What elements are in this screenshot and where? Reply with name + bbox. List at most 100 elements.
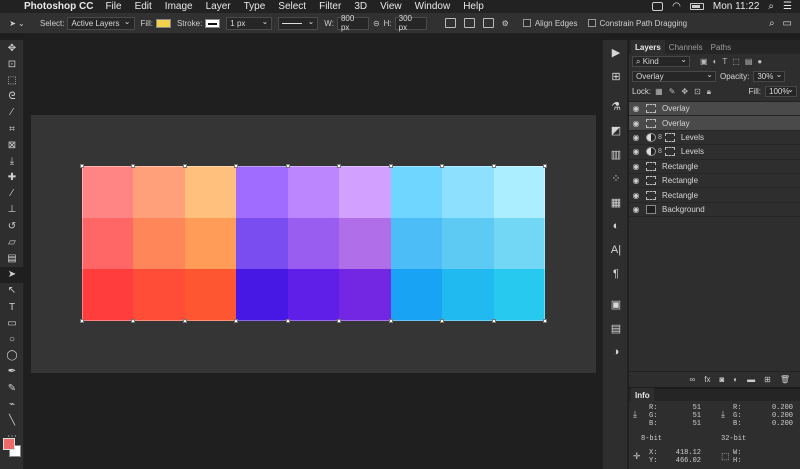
- align-edges-checkbox[interactable]: [522, 19, 531, 27]
- fill-field[interactable]: 100%: [765, 85, 797, 97]
- menu-edit[interactable]: Edit: [135, 1, 152, 12]
- transform-handle[interactable]: [182, 319, 187, 323]
- eraser-tool-icon[interactable]: ▱: [0, 234, 24, 250]
- adjustments-icon[interactable]: ◐: [603, 214, 629, 238]
- ellipse-tool-icon[interactable]: ○: [0, 331, 24, 347]
- foreground-color-swatch[interactable]: [3, 438, 15, 450]
- visibility-eye-icon[interactable]: ◉: [629, 104, 643, 113]
- menu-file[interactable]: File: [105, 1, 121, 12]
- canvas[interactable]: [31, 115, 596, 373]
- stroke-color-swatch[interactable]: [205, 18, 221, 28]
- layer-style-icon[interactable]: fx: [704, 375, 710, 384]
- menu-window[interactable]: Window: [415, 1, 451, 12]
- transform-handle[interactable]: [440, 319, 445, 323]
- visibility-eye-icon[interactable]: ◉: [629, 147, 643, 156]
- filter-smart-object-icon[interactable]: ▤: [745, 57, 753, 66]
- layer-mask-thumbnail[interactable]: [664, 132, 675, 142]
- transform-handle[interactable]: [285, 164, 290, 168]
- curvature-pen-tool-icon[interactable]: ⌁: [0, 396, 24, 412]
- visibility-eye-icon[interactable]: ◉: [629, 119, 643, 128]
- layer-comps-icon[interactable]: ▤: [603, 316, 629, 340]
- notification-center-icon[interactable]: ☰: [783, 1, 792, 12]
- brushes-icon[interactable]: ⁘: [603, 166, 629, 190]
- transform-handle[interactable]: [131, 319, 136, 323]
- layer-row[interactable]: ◉ Rectangle: [629, 174, 800, 189]
- transform-handle[interactable]: [182, 164, 187, 168]
- transform-handle[interactable]: [131, 164, 136, 168]
- tool-preset-picker[interactable]: ➤ ⌄: [0, 19, 34, 28]
- rectangle-tool-icon[interactable]: ▭: [0, 315, 24, 331]
- fill-color-swatch[interactable]: [155, 18, 171, 28]
- menu-type[interactable]: Type: [244, 1, 266, 12]
- menu-view[interactable]: View: [380, 1, 402, 12]
- menu-clock[interactable]: Mon 11:22: [713, 1, 760, 12]
- transform-handle[interactable]: [440, 164, 445, 168]
- frame-tool-icon[interactable]: ⊠: [0, 137, 24, 153]
- eyedropper-tool-icon[interactable]: ⤓: [0, 153, 24, 169]
- transform-handle[interactable]: [491, 319, 496, 323]
- libraries-icon[interactable]: ▣: [603, 292, 629, 316]
- visibility-eye-icon[interactable]: ◉: [629, 133, 643, 142]
- blend-mode-dropdown[interactable]: Overlay: [632, 70, 716, 82]
- filter-toggle-icon[interactable]: ●: [757, 57, 762, 66]
- brush-tool-icon[interactable]: ∕: [0, 186, 24, 202]
- color-swatches[interactable]: [3, 438, 23, 462]
- freeform-pen-tool-icon[interactable]: ✎: [0, 380, 24, 396]
- transform-handle[interactable]: [388, 164, 393, 168]
- character-icon[interactable]: A|: [603, 238, 629, 262]
- menu-select[interactable]: Select: [278, 1, 306, 12]
- artboard-tool-icon[interactable]: ⊡: [0, 56, 24, 72]
- pen-tool-icon[interactable]: ✒: [0, 364, 24, 380]
- opacity-field[interactable]: 30%: [753, 70, 786, 82]
- menu-help[interactable]: Help: [463, 1, 484, 12]
- screen-mirroring-icon[interactable]: [652, 2, 664, 11]
- color-icon[interactable]: ◩: [603, 118, 629, 142]
- link-layers-icon[interactable]: ∞: [690, 375, 696, 384]
- marquee-tool-icon[interactable]: ⬚: [0, 72, 24, 88]
- visibility-eye-icon[interactable]: ◉: [629, 191, 643, 200]
- transform-handle[interactable]: [285, 319, 290, 323]
- magic-wand-tool-icon[interactable]: ⁄: [0, 105, 24, 121]
- stroke-width-dropdown[interactable]: 1 px: [226, 16, 273, 30]
- paragraph-icon[interactable]: ¶: [603, 262, 629, 286]
- menu-3d[interactable]: 3D: [354, 1, 367, 12]
- history-brush-tool-icon[interactable]: ↺: [0, 218, 24, 234]
- swatches-icon[interactable]: ▦: [603, 190, 629, 214]
- layer-row[interactable]: ◉ 8 Levels: [629, 131, 800, 146]
- timeline-icon[interactable]: ⊞: [603, 64, 629, 88]
- styles-icon[interactable]: ◑: [603, 340, 629, 364]
- path-operations-icon[interactable]: [444, 18, 456, 28]
- menu-image[interactable]: Image: [165, 1, 193, 12]
- move-tool-icon[interactable]: ✥: [0, 40, 24, 56]
- new-group-icon[interactable]: ▬: [747, 375, 755, 384]
- lasso-tool-icon[interactable]: ᘓ: [0, 89, 24, 105]
- new-layer-icon[interactable]: ⊞: [764, 375, 771, 384]
- layer-row[interactable]: ◉ 8 Levels: [629, 145, 800, 160]
- visibility-eye-icon[interactable]: ◉: [629, 176, 643, 185]
- path-arrangement-icon[interactable]: [482, 18, 494, 28]
- transform-handle[interactable]: [388, 319, 393, 323]
- transform-handle[interactable]: [491, 164, 496, 168]
- healing-brush-tool-icon[interactable]: ✚: [0, 170, 24, 186]
- layer-mask-thumbnail[interactable]: [664, 147, 675, 157]
- transform-handle[interactable]: [337, 319, 342, 323]
- play-actions-icon[interactable]: ▶: [603, 40, 629, 64]
- layer-row[interactable]: ◉ Rectangle: [629, 188, 800, 203]
- ellipse-shape-tool-icon[interactable]: ◯: [0, 348, 24, 364]
- layer-row[interactable]: ◉ Background: [629, 203, 800, 218]
- clone-stamp-tool-icon[interactable]: ⊥: [0, 202, 24, 218]
- height-field[interactable]: 300 px: [394, 14, 427, 32]
- gradient-tool-icon[interactable]: ▤: [0, 250, 24, 266]
- direct-selection-tool-icon[interactable]: ↖: [0, 283, 24, 299]
- histogram-icon[interactable]: ▥: [603, 142, 629, 166]
- lock-position-icon[interactable]: ✥: [681, 87, 688, 97]
- path-selection-tool-icon[interactable]: ➤: [0, 266, 24, 283]
- filter-pixel-icon[interactable]: ▣: [700, 57, 708, 66]
- menu-layer[interactable]: Layer: [206, 1, 231, 12]
- transform-handle[interactable]: [543, 164, 547, 168]
- transform-handle[interactable]: [337, 164, 342, 168]
- filter-shape-icon[interactable]: ⬚: [732, 57, 740, 66]
- search-icon[interactable]: ⌕: [769, 18, 775, 29]
- trash-icon[interactable]: 🗑︎: [780, 375, 790, 384]
- workspace-icon[interactable]: ▭: [783, 18, 792, 29]
